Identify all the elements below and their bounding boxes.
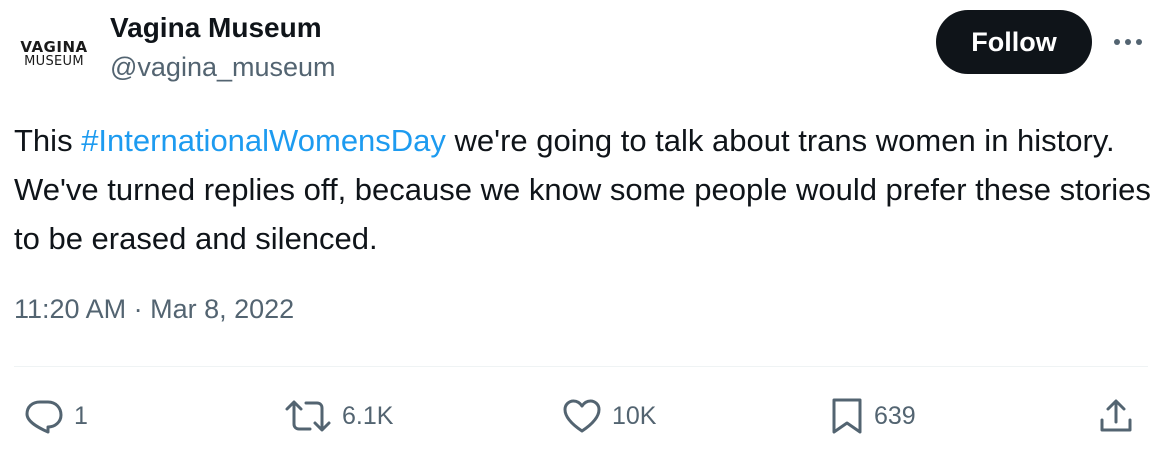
like-count: 10K [612,401,657,430]
retweet-count: 6.1K [342,401,394,430]
like-button[interactable]: 10K [562,394,656,438]
tweet-date[interactable]: Mar 8, 2022 [150,294,294,324]
timestamp-separator: · [126,294,151,324]
bookmark-icon [832,398,862,434]
timestamp: 11:20 AM · Mar 8, 2022 [14,294,294,325]
reply-icon [25,400,63,434]
user-handle[interactable]: @vagina_museum [110,52,336,83]
retweet-icon [285,400,331,432]
tweet-time[interactable]: 11:20 AM [14,294,126,324]
avatar-logo-line2: MUSEUM [24,54,84,69]
divider [14,366,1148,367]
avatar-logo-line1: VAGINA [20,38,88,56]
share-icon [1100,399,1132,432]
more-button[interactable] [1106,24,1150,60]
bookmark-count: 639 [874,401,916,430]
avatar[interactable]: VAGINA MUSEUM [14,14,94,94]
share-button[interactable] [1098,394,1134,438]
follow-button[interactable]: Follow [936,10,1092,74]
bookmark-button[interactable]: 639 [830,394,916,438]
hashtag-link[interactable]: #InternationalWomensDay [81,123,446,158]
reply-count: 1 [74,401,88,430]
heart-icon [563,399,601,433]
tweet-text: This #InternationalWomensDay we're going… [14,116,1154,263]
tweet-card: VAGINA MUSEUM Vagina Museum @vagina_muse… [0,0,1166,458]
reply-button[interactable]: 1 [24,394,88,438]
tweet-text-start: This [14,123,82,158]
display-name[interactable]: Vagina Museum [110,12,322,44]
more-horizontal-icon [1114,39,1142,45]
retweet-button[interactable]: 6.1K [284,394,393,438]
